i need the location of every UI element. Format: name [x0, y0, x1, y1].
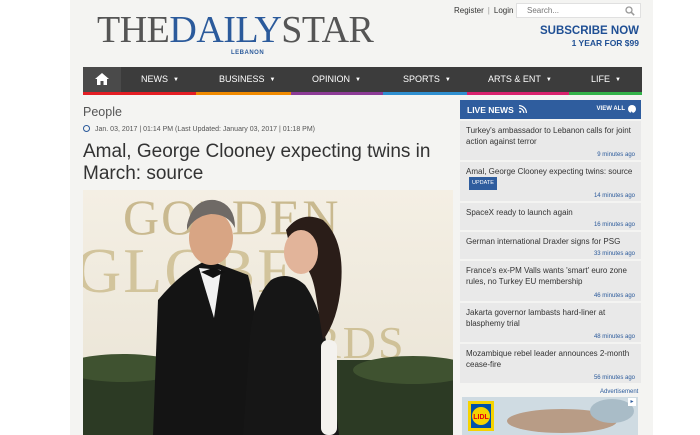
nav-news[interactable]: NEWS ▼: [141, 74, 179, 84]
search-icon[interactable]: [625, 6, 635, 16]
logo-daily: DAILY: [169, 9, 282, 51]
news-headline: Amal, George Clooney expecting twins: so…: [466, 166, 636, 190]
nav-business-label: BUSINESS: [219, 74, 265, 84]
chevron-down-icon: ▼: [444, 77, 451, 83]
nav-opinion-bar: [291, 92, 383, 95]
chevron-down-icon: ▼: [269, 77, 276, 83]
article-headline: Amal, George Clooney expecting twins in …: [83, 141, 431, 184]
login-link[interactable]: Login: [494, 6, 514, 15]
chevron-down-icon: ▼: [173, 77, 179, 83]
rss-icon: [519, 105, 527, 113]
news-time: 56 minutes ago: [593, 375, 635, 381]
live-news-item[interactable]: Turkey's ambassador to Lebanon calls for…: [460, 121, 641, 160]
live-news-title: LIVE NEWS: [467, 105, 514, 115]
live-news-item[interactable]: German international Draxler signs for P…: [460, 232, 641, 259]
advertisement-label: Advertisement: [600, 389, 639, 395]
news-headline: SpaceX ready to launch again: [466, 208, 573, 217]
logo-the: THE: [97, 9, 170, 51]
subscribe-line1: SUBSCRIBE NOW: [539, 25, 639, 37]
advertisement-banner[interactable]: LIDL ▸: [462, 397, 638, 435]
live-news-item[interactable]: Amal, George Clooney expecting twins: so…: [460, 162, 641, 201]
nav-sports-bar: [383, 92, 467, 95]
nav-arts[interactable]: ARTS & ENT ▼: [488, 74, 552, 84]
account-links: Register | Login: [454, 6, 513, 15]
arrow-right-icon[interactable]: [628, 105, 636, 117]
nav-arts-label: ARTS & ENT: [488, 74, 541, 84]
search-box: [516, 3, 641, 18]
article-date-text: Jan. 03, 2017 | 01:14 PM (Last Updated: …: [95, 126, 315, 133]
nav-sports[interactable]: SPORTS ▼: [403, 74, 451, 84]
register-link[interactable]: Register: [454, 6, 484, 15]
view-all-link[interactable]: VIEW ALL: [597, 106, 625, 112]
update-badge: UPDATE: [469, 177, 497, 190]
nav-news-bar: [121, 92, 196, 95]
nav-life-label: LIFE: [591, 74, 611, 84]
logo-wordmark: THEDAILYSTAR: [97, 8, 374, 52]
news-time: 16 minutes ago: [593, 222, 635, 228]
nav-arts-bar: [467, 92, 569, 95]
photo-illustration: GOLDEN GLOBE AWARDS: [83, 190, 453, 435]
chevron-down-icon: ▼: [545, 77, 552, 83]
clock-icon: [83, 125, 90, 132]
site-logo[interactable]: THEDAILYSTAR LEBANON: [97, 8, 374, 56]
news-headline: Mozambique rebel leader announces 2-mont…: [466, 349, 630, 369]
nav-home-bar: [83, 92, 121, 95]
nav-sports-label: SPORTS: [403, 74, 440, 84]
ad-choices-icon[interactable]: ▸: [628, 398, 636, 406]
news-time: 33 minutes ago: [593, 251, 635, 257]
chevron-down-icon: ▼: [615, 77, 621, 83]
logo-subtitle: LEBANON: [231, 50, 265, 56]
section-title[interactable]: People: [83, 105, 122, 119]
nav-opinion[interactable]: OPINION ▼: [312, 74, 361, 84]
news-headline: France's ex-PM Valls wants 'smart' euro …: [466, 266, 627, 286]
subscribe-line2: 1 YEAR FOR $99: [571, 38, 639, 48]
ad-illustration: LIDL: [462, 397, 638, 435]
nav-business-bar: [196, 92, 291, 95]
article-date: Jan. 03, 2017 | 01:14 PM (Last Updated: …: [83, 125, 315, 133]
live-news-item[interactable]: Jakarta governor lambasts hard-liner at …: [460, 303, 641, 342]
page: THEDAILYSTAR LEBANON Register| Login SUBS…: [70, 0, 653, 435]
subscribe-link[interactable]: SUBSCRIBE NOW 1 YEAR FOR $99: [540, 25, 639, 48]
news-headline-text: Amal, George Clooney expecting twins: so…: [466, 167, 633, 176]
nav-opinion-label: OPINION: [312, 74, 351, 84]
nav-news-label: NEWS: [141, 74, 168, 84]
news-headline: Turkey's ambassador to Lebanon calls for…: [466, 126, 631, 146]
nav-life[interactable]: LIFE ▼: [591, 74, 621, 84]
nav-business[interactable]: BUSINESS ▼: [219, 74, 275, 84]
nav-life-bar: [569, 92, 642, 95]
news-time: 48 minutes ago: [593, 334, 635, 340]
news-time: 9 minutes ago: [597, 152, 635, 158]
logo-star: STAR: [281, 9, 374, 51]
chevron-down-icon: ▼: [355, 77, 361, 83]
news-time: 14 minutes ago: [593, 193, 635, 199]
live-news-panel: LIVE NEWS VIEW ALL Turkey's ambassador t…: [460, 100, 641, 383]
live-news-item[interactable]: France's ex-PM Valls wants 'smart' euro …: [460, 261, 641, 301]
main-nav: NEWS ▼ BUSINESS ▼ OPINION ▼ SPORTS ▼ ARTS & …: [83, 67, 642, 95]
article-photo[interactable]: GOLDEN GLOBE AWARDS: [83, 190, 453, 435]
news-headline: German international Draxler signs for P…: [466, 237, 621, 246]
live-news-item[interactable]: Mozambique rebel leader announces 2-mont…: [460, 344, 641, 383]
search-input[interactable]: [527, 5, 622, 16]
news-headline: Jakarta governor lambasts hard-liner at …: [466, 308, 606, 328]
live-news-item[interactable]: SpaceX ready to launch again 16 minutes …: [460, 203, 641, 230]
ad-brand-text: LIDL: [473, 414, 489, 421]
live-news-header: LIVE NEWS VIEW ALL: [460, 100, 641, 119]
news-time: 46 minutes ago: [593, 293, 635, 299]
home-icon: [95, 73, 109, 85]
link-separator: |: [487, 6, 490, 15]
nav-home[interactable]: [83, 67, 121, 92]
